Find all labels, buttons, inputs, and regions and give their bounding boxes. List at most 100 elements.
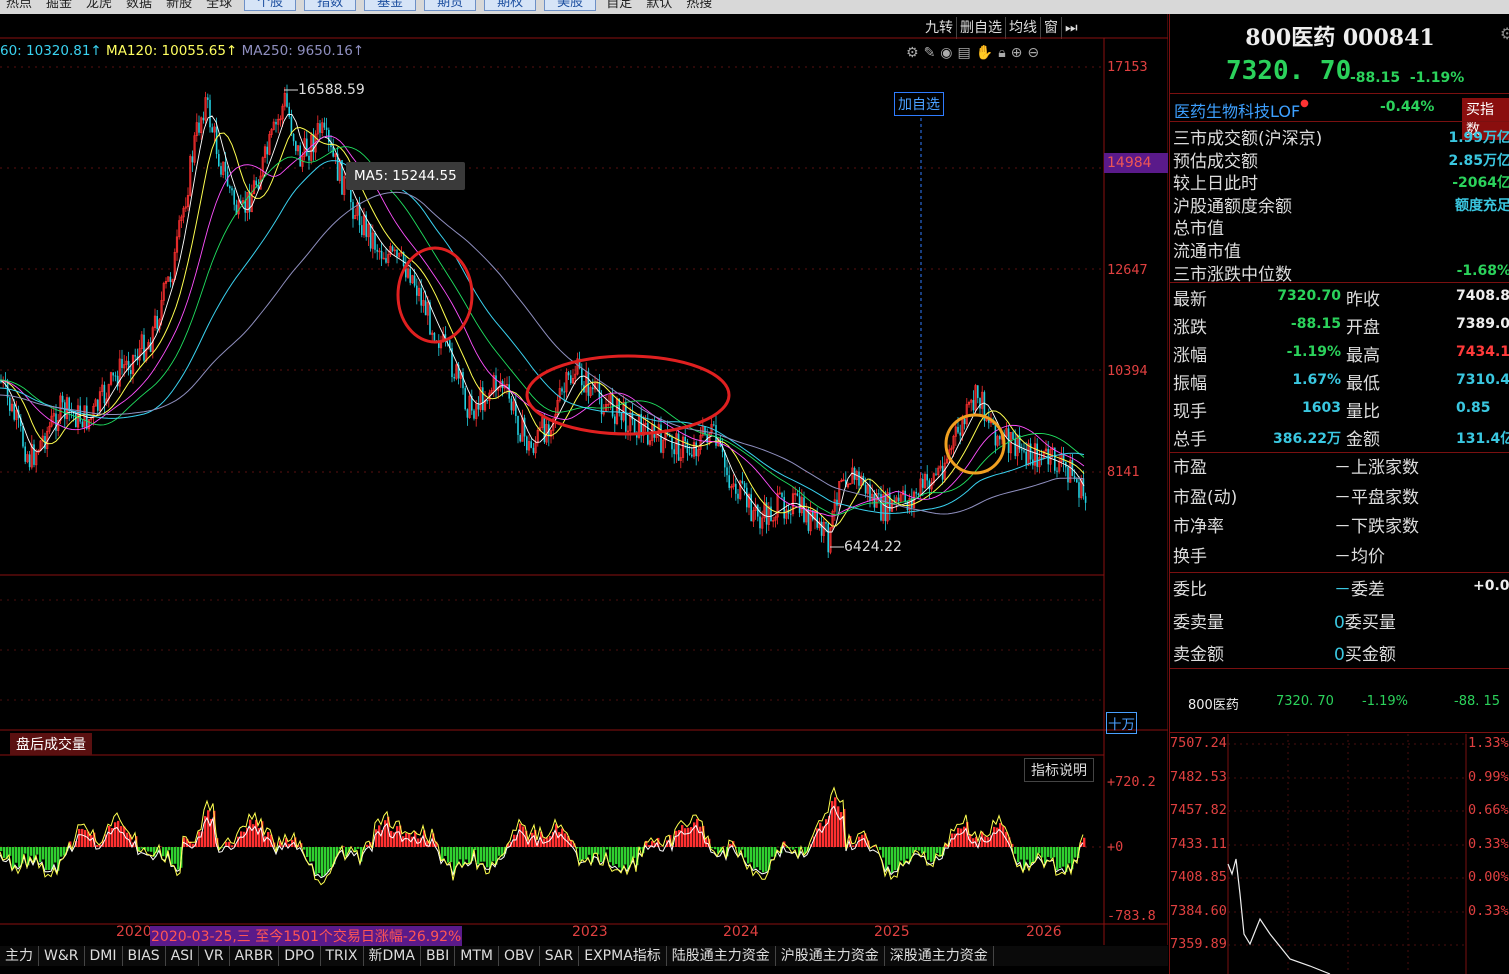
quote-value: 7310.40 xyxy=(1456,372,1509,388)
tab-asi[interactable]: ASI xyxy=(166,946,200,966)
valuation-label: 换手 xyxy=(1173,546,1207,567)
valuation-label: 市净率 xyxy=(1173,517,1224,537)
tab-main-force[interactable]: 主力 xyxy=(0,946,39,966)
mini-axis-label: 7359.89 xyxy=(1170,936,1227,952)
mini-axis-pct: 0.66% xyxy=(1468,802,1509,818)
quote-label: 现手 xyxy=(1173,402,1207,422)
tab-sar[interactable]: SAR xyxy=(540,946,580,966)
market-stat-value: 1.99万亿 xyxy=(1448,130,1509,146)
settings-icon[interactable]: ⚙ xyxy=(1500,24,1509,43)
tab-dmi[interactable]: DMI xyxy=(85,946,123,966)
indicator-doc-button[interactable]: 指标说明 xyxy=(1024,758,1094,782)
quote-value: 7389.03 xyxy=(1456,316,1509,332)
tab-expma[interactable]: EXPMA指标 xyxy=(579,946,667,966)
tab-dpo[interactable]: DPO xyxy=(279,946,321,966)
security-title: 800医药 000841 xyxy=(1245,25,1435,51)
quote-value: 386.22万 xyxy=(1272,431,1341,447)
kline-chart[interactable] xyxy=(0,0,1168,945)
tab-obv[interactable]: OBV xyxy=(499,946,540,966)
order-book-label: 卖金额 xyxy=(1173,645,1224,665)
tab-mtm[interactable]: MTM xyxy=(455,946,499,966)
tab-new-dma[interactable]: 新DMA xyxy=(364,946,421,966)
quote-label: 最低 xyxy=(1346,374,1380,394)
valuation-label: 市盈 xyxy=(1173,458,1207,478)
quote-panel: 800医药 000841 ⚙ 7320. 70 -88.15 -1.19% 医药… xyxy=(1169,14,1509,974)
price-axis-label: 8141 xyxy=(1107,464,1140,480)
add-favorite-button[interactable]: 加自选 xyxy=(894,92,944,116)
x-axis-year: 2023 xyxy=(572,924,608,940)
market-stat-value: 2.85万亿 xyxy=(1448,152,1509,169)
market-stat-value: -2064亿 xyxy=(1452,175,1509,192)
order-book-value: 0买金额 xyxy=(1334,645,1396,665)
mini-axis-pct: 1.33% xyxy=(1468,735,1509,751)
x-axis-year: 2025 xyxy=(874,924,910,940)
quote-label: 金额 xyxy=(1346,430,1380,450)
quote-label: 涨跌 xyxy=(1173,318,1207,338)
order-book-label: 委比 xyxy=(1173,580,1207,600)
order-book-value: +0.00 xyxy=(1473,578,1509,594)
price-axis-label: 10394 xyxy=(1107,363,1148,379)
tab-bias[interactable]: BIAS xyxy=(123,946,166,966)
mini-axis-pct: 0.33% xyxy=(1468,835,1509,852)
x-axis-year: 2024 xyxy=(723,924,759,940)
market-stat-value: 额度充足 xyxy=(1455,197,1509,214)
order-book-label: 委卖量 xyxy=(1173,612,1224,633)
tab-arbr[interactable]: ARBR xyxy=(230,946,280,966)
tab-sh-connect[interactable]: 沪股通主力资金 xyxy=(776,946,885,966)
quote-label: 昨收 xyxy=(1346,290,1380,310)
valuation-value: －均价 xyxy=(1334,546,1385,567)
quote-value: 7434.11 xyxy=(1456,344,1509,360)
market-stat-label: 较上日此时 xyxy=(1173,174,1258,195)
related-fund-link[interactable]: 医药生物科技LOF● xyxy=(1174,98,1309,122)
low-point-label: ―6424.22 xyxy=(830,539,902,555)
quote-label: 开盘 xyxy=(1346,318,1380,338)
quote-value: 1603 xyxy=(1302,400,1341,416)
mini-axis-pct: 0.99% xyxy=(1468,768,1509,785)
tab-northbound[interactable]: 陆股通主力资金 xyxy=(667,946,776,966)
interval-change-info: 2020-03-25,三 至今1501个交易日涨幅-26.92% xyxy=(150,926,463,946)
tab-bbi[interactable]: BBI xyxy=(421,946,456,966)
quote-value: 7408.85 xyxy=(1456,288,1509,304)
price-axis-label: 17153 xyxy=(1107,59,1148,75)
high-point-label: ―16588.59 xyxy=(284,82,365,98)
valuation-value: －下跌家数 xyxy=(1334,517,1419,537)
mini-name: 800医药 xyxy=(1188,698,1239,713)
quote-value: 7320.70 xyxy=(1277,288,1341,304)
ma5-tooltip: MA5: 15244.55 xyxy=(346,162,465,190)
x-axis-year: 2026 xyxy=(1026,924,1062,940)
quote-label: 量比 xyxy=(1346,402,1380,422)
mini-axis-label: 7433.11 xyxy=(1170,835,1227,852)
quote-label: 涨幅 xyxy=(1173,346,1207,366)
mini-axis-label: 7408.85 xyxy=(1170,869,1227,885)
volume-unit-label: 十万 xyxy=(1106,712,1137,734)
order-book-value: －委差 xyxy=(1334,580,1385,600)
market-stat-label: 三市涨跌中位数 xyxy=(1173,264,1292,285)
price-change: -88.15 -1.19% xyxy=(1350,70,1465,86)
related-fund-change: -0.44% xyxy=(1380,99,1435,115)
quote-label: 最高 xyxy=(1346,346,1380,366)
price-axis-label: 12647 xyxy=(1107,262,1148,278)
mini-axis-label: 7507.24 xyxy=(1170,735,1227,751)
valuation-label: 市盈(动) xyxy=(1173,487,1238,508)
tab-vr[interactable]: VR xyxy=(199,946,230,966)
after-hours-volume-tab[interactable]: 盘后成交量 xyxy=(10,733,92,755)
quote-label: 总手 xyxy=(1173,430,1207,450)
mini-axis-pct: 0.00% xyxy=(1468,869,1509,885)
mini-price: 7320. 70 xyxy=(1276,694,1334,709)
valuation-value: －平盘家数 xyxy=(1334,487,1419,508)
mini-axis-label: 7457.82 xyxy=(1170,802,1227,818)
mini-axis-label: 7384.60 xyxy=(1170,902,1227,919)
last-price: 7320. 70 xyxy=(1226,56,1352,86)
tab-trix[interactable]: TRIX xyxy=(321,946,364,966)
tab-sz-connect[interactable]: 深股通主力资金 xyxy=(885,946,994,966)
quote-label: 最新 xyxy=(1173,290,1207,310)
quote-value: -1.19% xyxy=(1286,344,1341,360)
market-stat-label: 总市值 xyxy=(1173,219,1224,240)
market-stat-label: 沪股通额度余额 xyxy=(1173,196,1292,217)
indicator-axis-label: +0 xyxy=(1107,839,1124,855)
tab-wr[interactable]: W&R xyxy=(39,946,85,966)
market-stat-label: 流通市值 xyxy=(1173,242,1241,262)
quote-value: 131.4亿 xyxy=(1456,431,1509,447)
mini-axis-label: 7482.53 xyxy=(1170,768,1227,785)
indicator-tabs: 主力 W&R DMI BIAS ASI VR ARBR DPO TRIX 新DMA BBI MTM OB… xyxy=(0,946,1168,966)
